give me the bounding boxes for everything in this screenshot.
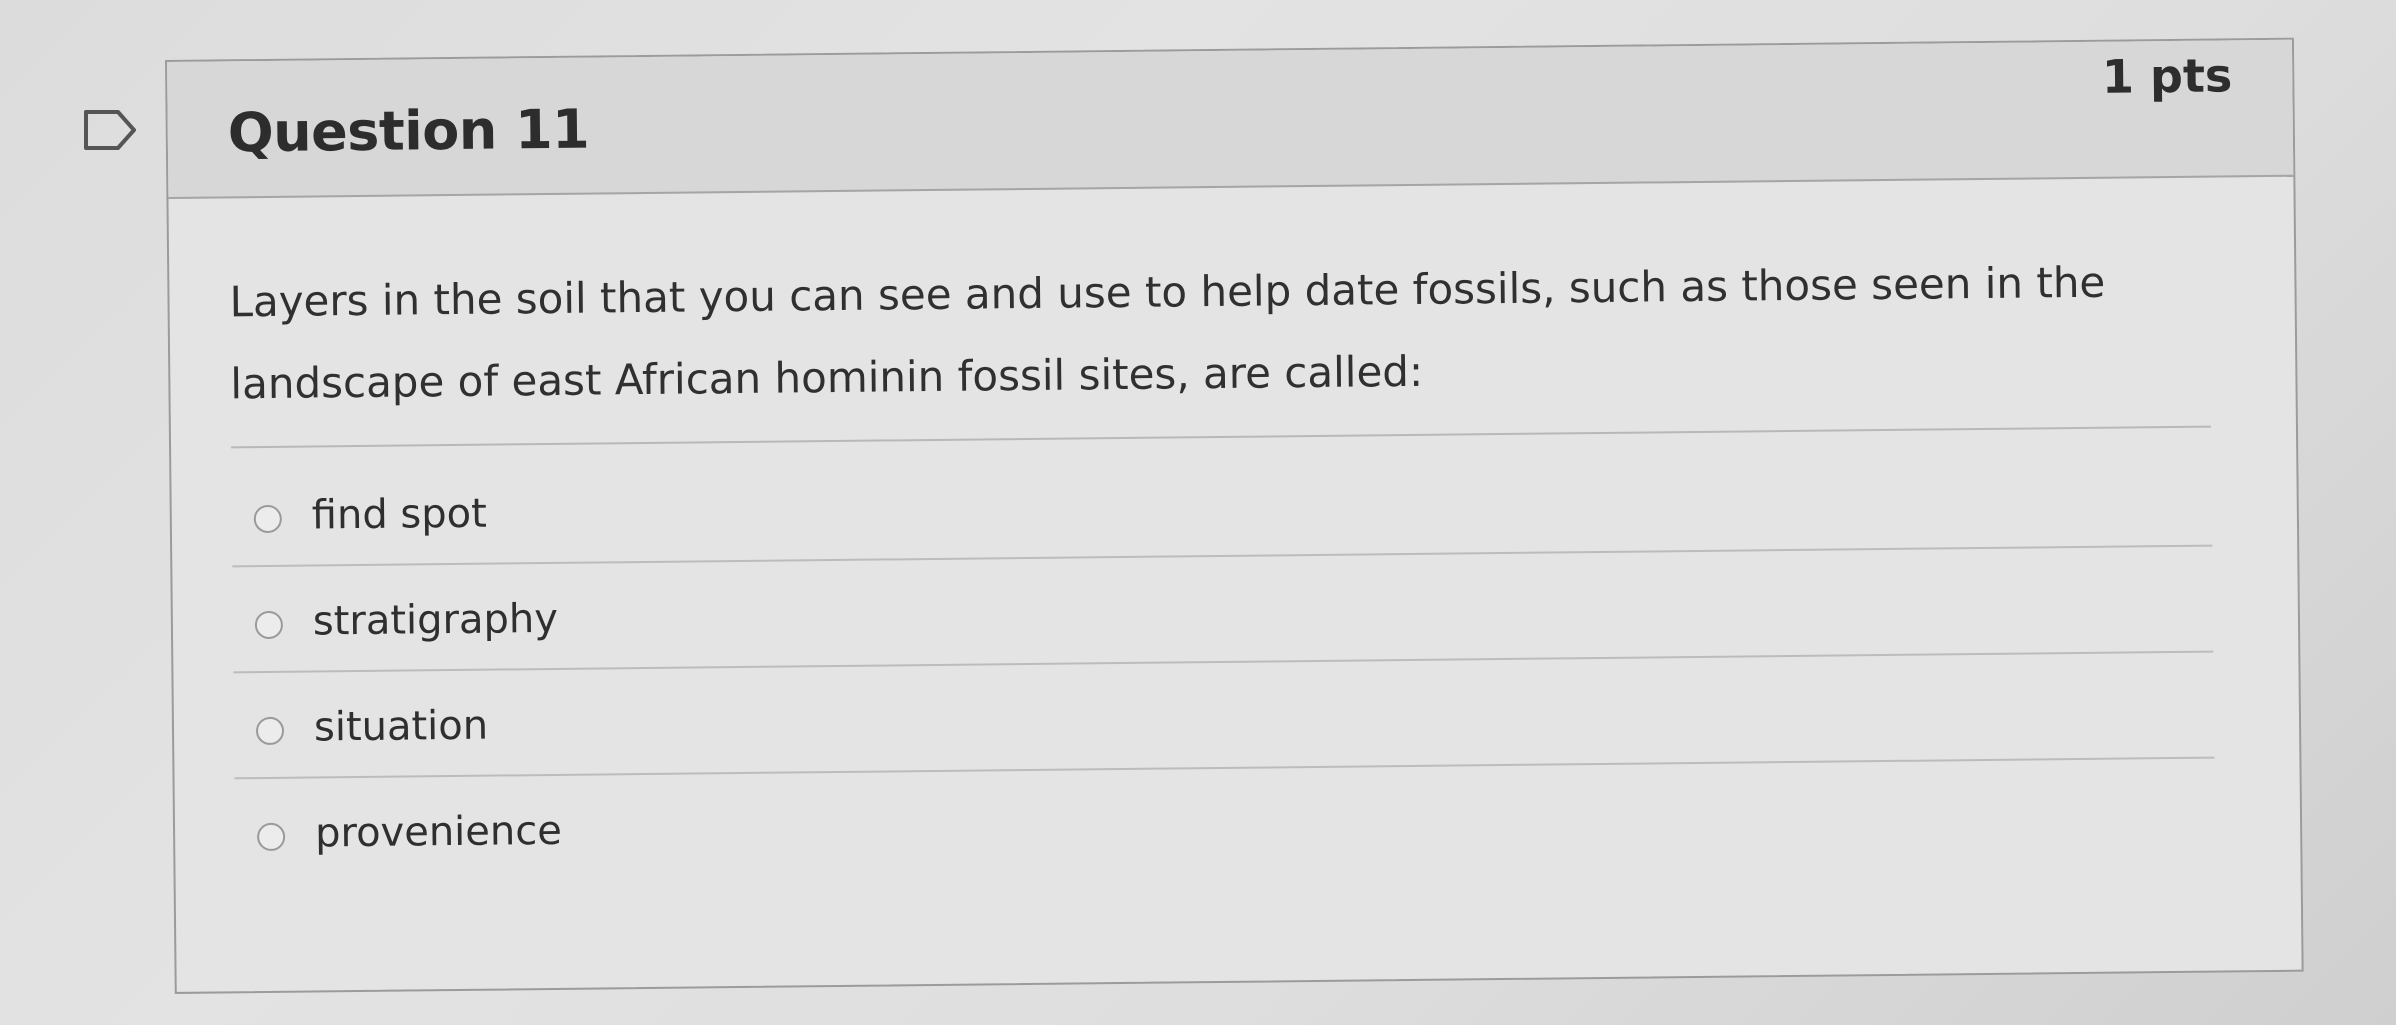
answer-label: find spot: [311, 490, 488, 539]
answer-label: stratigraphy: [312, 595, 559, 645]
answer-option-find-spot[interactable]: find spot: [231, 440, 2213, 568]
radio-button-icon[interactable]: [256, 822, 286, 852]
question-title: Question 11: [227, 97, 590, 165]
question-header: Question 11 1 pts: [167, 39, 2294, 199]
answer-label: provenience: [314, 807, 563, 857]
question-text: Layers in the soil that you can see and …: [229, 257, 2106, 409]
quiz-page: Question 11 1 pts Layers in the soil tha…: [0, 0, 2396, 1025]
bookmark-flag-icon[interactable]: [82, 108, 138, 152]
question-card: Question 11 1 pts Layers in the soil tha…: [165, 37, 2304, 994]
radio-button-icon[interactable]: [255, 716, 285, 746]
question-points: 1 pts: [2101, 48, 2233, 104]
answer-option-stratigraphy[interactable]: stratigraphy: [232, 546, 2214, 674]
answer-option-situation[interactable]: situation: [233, 652, 2215, 780]
radio-button-icon[interactable]: [254, 610, 284, 640]
answer-option-provenience[interactable]: provenience: [235, 759, 2216, 884]
answer-list: find spot stratigraphy situation proveni…: [231, 440, 2216, 884]
answer-label: situation: [313, 702, 489, 751]
radio-button-icon[interactable]: [253, 504, 282, 534]
